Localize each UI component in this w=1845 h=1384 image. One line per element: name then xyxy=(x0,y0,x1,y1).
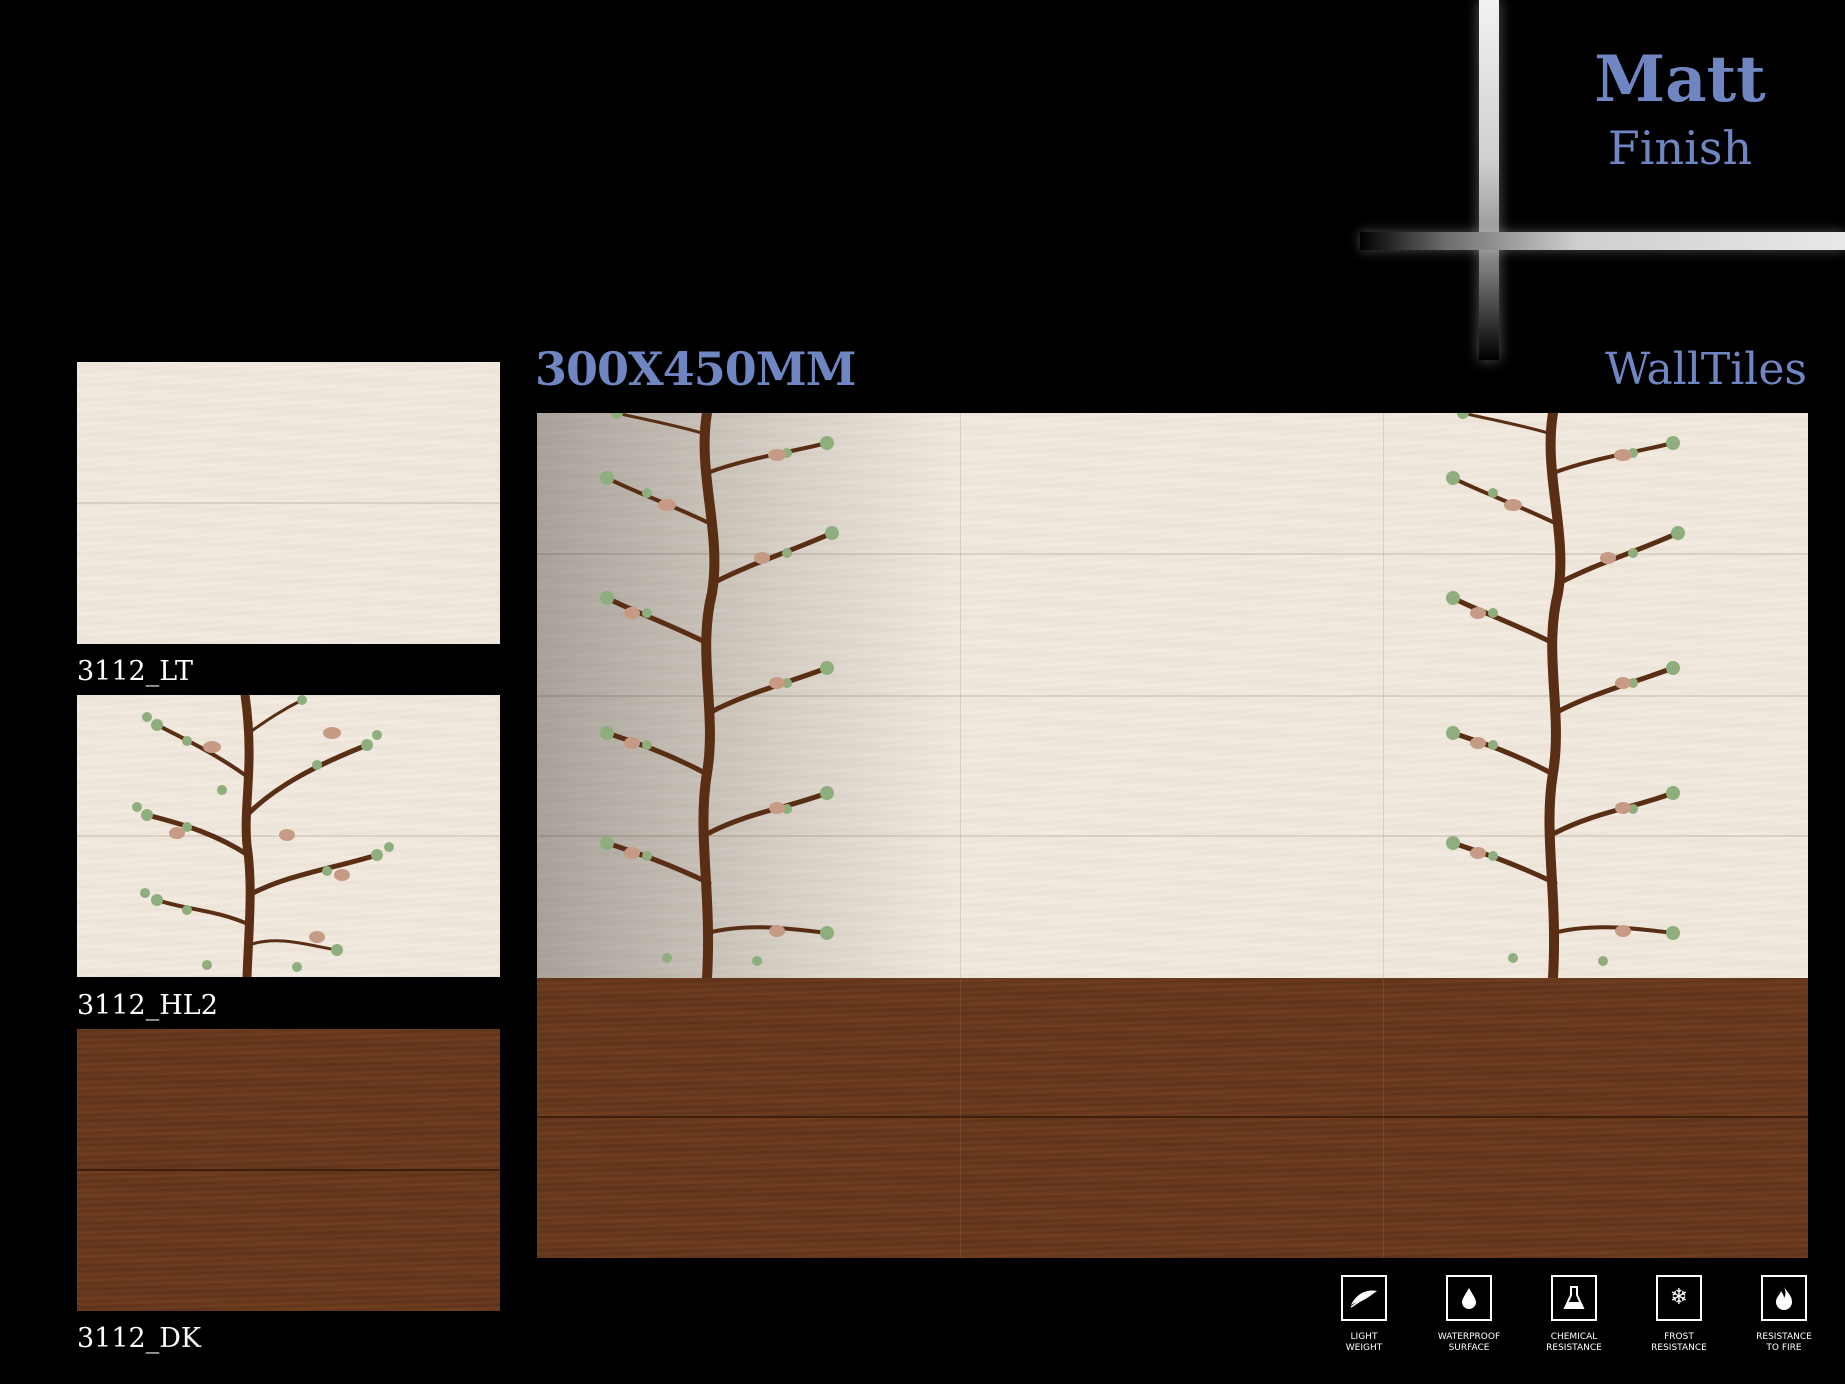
tile-caption-lt: 3112_LT xyxy=(77,656,193,687)
plank-line xyxy=(77,1169,500,1171)
water-drop-icon xyxy=(1446,1275,1492,1321)
tree-motif-right xyxy=(1446,413,1685,978)
tile-swatch-dk xyxy=(77,1029,500,1311)
tree-motif-left xyxy=(600,413,839,978)
feature-label-waterproof: WATERPROOF SURFACE xyxy=(1437,1332,1501,1353)
feature-label-frost: FROST RESISTANCE xyxy=(1651,1332,1707,1353)
feature-label-light-weight: LIGHT WEIGHT xyxy=(1345,1332,1383,1353)
feature-label-fire: RESISTANCE TO FIRE xyxy=(1756,1332,1812,1353)
flame-icon xyxy=(1761,1275,1807,1321)
snowflake-icon: ❄ xyxy=(1656,1275,1702,1321)
flask-icon xyxy=(1551,1275,1597,1321)
light-streak-vertical xyxy=(1479,0,1499,360)
wall-lower-dark xyxy=(537,978,1808,1258)
type-label: WallTiles xyxy=(1605,344,1807,395)
wall-tile-visualization xyxy=(537,413,1808,1258)
feature-label-chemical: CHEMICAL RESISTANCE xyxy=(1546,1332,1602,1353)
tile-caption-dk: 3112_DK xyxy=(77,1323,202,1354)
finish-subtitle: Finish xyxy=(1607,121,1753,175)
tree-motif xyxy=(132,695,394,977)
size-label: 300X450MM xyxy=(535,342,857,396)
feather-icon xyxy=(1341,1275,1387,1321)
light-streak-horizontal xyxy=(1360,232,1845,250)
tile-joint xyxy=(960,413,961,1258)
tile-swatch-lt xyxy=(77,362,500,644)
finish-title: Matt xyxy=(1594,42,1766,117)
tile-swatch-hl2 xyxy=(77,695,500,977)
plank-line xyxy=(77,502,500,504)
tile-caption-hl2: 3112_HL2 xyxy=(77,990,218,1021)
